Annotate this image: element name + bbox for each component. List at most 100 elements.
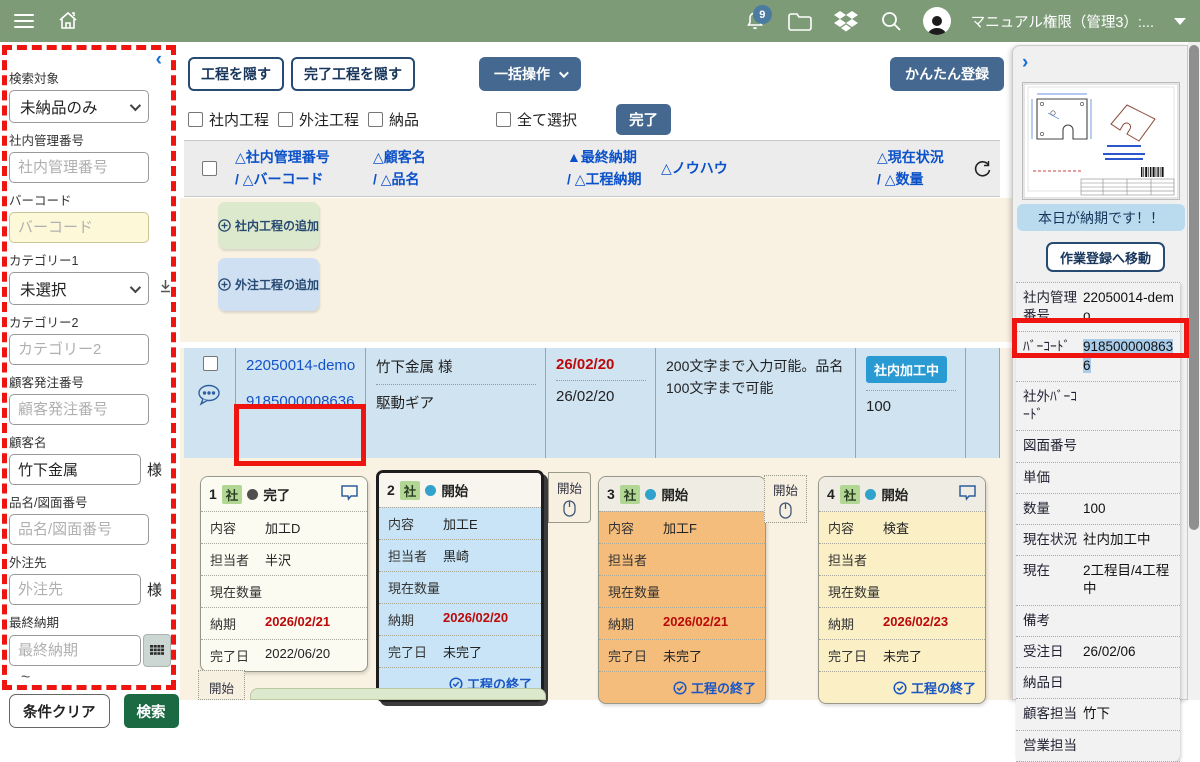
sort-status-qty[interactable]: △現在状況/ △数量	[855, 147, 965, 190]
notification-badge: 9	[753, 5, 772, 24]
hamburger-menu-icon[interactable]	[14, 14, 34, 28]
header-checkbox[interactable]	[202, 161, 217, 176]
start-process-button[interactable]: 開始	[548, 472, 591, 523]
chevron-down-icon	[130, 99, 141, 110]
checkbox-delivery[interactable]: 納品	[368, 109, 419, 130]
main-toolbar: 工程を隠す 完了工程を隠す 一括操作 かんたん登録	[188, 57, 1004, 91]
search-target-select[interactable]: 未納品のみ	[9, 90, 149, 123]
checkbox-icon[interactable]	[368, 112, 383, 127]
hide-done-process-button[interactable]: 完了工程を隠す	[291, 57, 415, 91]
add-external-process-button[interactable]: 外注工程の追加	[218, 258, 319, 311]
panel-collapse-icon[interactable]: ›	[1022, 52, 1028, 74]
detail-notes: 備考	[1016, 606, 1180, 637]
process-card-4[interactable]: 4 社 開始 内容検査 担当者 現在数量 納期2026/02/23 完了日未完了…	[818, 476, 986, 704]
scroll-to-bottom-icon[interactable]	[159, 279, 172, 298]
drawing-thumbnail[interactable]	[1022, 82, 1180, 200]
easy-register-button[interactable]: かんたん登録	[890, 57, 1004, 91]
process-card-1[interactable]: 1 社 完了 内容加工D 担当者半沢 現在数量 納期2026/02/21 完了日…	[200, 476, 368, 672]
category1-label: カテゴリー1	[9, 250, 180, 269]
row-checkbox[interactable]	[203, 356, 218, 371]
status-badge: 社内加工中	[866, 356, 947, 383]
process-type-badge: 社	[840, 485, 861, 504]
category1-value: 未選択	[20, 278, 67, 300]
internal-no-link[interactable]: 22050014-demo	[246, 356, 357, 376]
final-due-label: 最終納期	[9, 612, 180, 631]
add-external-process-label: 外注工程の追加	[235, 276, 319, 293]
page-scrollbar-thumb[interactable]	[1189, 45, 1199, 530]
detail-qty: 数量100	[1016, 494, 1180, 525]
hide-process-button[interactable]: 工程を隠す	[188, 57, 284, 91]
search-icon[interactable]	[879, 9, 903, 33]
row-qty: 100	[866, 398, 957, 415]
row-knowhow[interactable]: 200文字まで入力可能。品名100文字まで可能	[666, 358, 843, 396]
checkbox-icon[interactable]	[278, 112, 293, 127]
user-menu-label[interactable]: マニュアル権限（管理3）:...	[971, 11, 1154, 32]
end-process-button[interactable]: 工程の終了	[599, 671, 765, 703]
topbar: 9 マニュアル権限（管理3）:...	[0, 0, 1200, 42]
process-state: 開始	[661, 484, 688, 504]
barcode-input[interactable]	[9, 212, 149, 243]
customer-name-input[interactable]	[9, 454, 141, 485]
dropbox-icon[interactable]	[833, 9, 859, 33]
start-label: 開始	[773, 480, 798, 499]
comment-bubble-icon[interactable]	[340, 484, 359, 504]
vendor-suffix: 様	[147, 579, 162, 600]
add-internal-process-button[interactable]: 社内工程の追加	[218, 202, 319, 249]
search-button[interactable]: 検索	[124, 694, 179, 728]
final-due-input[interactable]	[9, 635, 141, 666]
calendar-icon[interactable]	[143, 634, 171, 667]
checkbox-icon[interactable]	[496, 112, 511, 127]
customer-order-no-input[interactable]	[9, 394, 149, 425]
customer-name-label: 顧客名	[9, 432, 180, 451]
process-state: 開始	[441, 480, 468, 500]
refresh-icon[interactable]	[965, 159, 1000, 178]
internal-no-input[interactable]	[9, 152, 149, 183]
filter-checkbox-row: 社内工程 外注工程 納品 全て選択 完了	[188, 104, 671, 135]
comment-bubble-icon[interactable]	[958, 484, 977, 504]
sort-internal-no-barcode[interactable]: △社内管理番号/ △バーコード	[235, 147, 365, 190]
detail-barcode: ﾊﾞｰｺｰﾄﾞ9185000008636	[1016, 332, 1180, 381]
process-number: 3	[607, 486, 615, 502]
customer-order-no-label: 顧客発注番号	[9, 372, 180, 391]
item-no-label: 品名/図面番号	[9, 492, 180, 511]
bulk-action-button[interactable]: 一括操作	[479, 57, 581, 91]
sort-knowhow[interactable]: △ノウハウ	[655, 158, 855, 180]
search-target-value: 未納品のみ	[20, 96, 98, 118]
checkbox-external-process[interactable]: 外注工程	[278, 109, 359, 130]
caret-down-icon[interactable]	[1174, 18, 1186, 25]
internal-no-label: 社内管理番号	[9, 130, 180, 149]
item-no-input[interactable]	[9, 514, 149, 545]
detail-external-barcode: 社外ﾊﾞｰｺｰﾄﾞ	[1016, 382, 1180, 431]
process-number: 2	[387, 482, 395, 498]
folder-icon[interactable]	[787, 10, 813, 32]
circled-check-icon	[673, 681, 687, 695]
detail-customer-contact: 顧客担当竹下	[1016, 699, 1180, 730]
detail-list: 社内管理番号22050014-demo ﾊﾞｰｺｰﾄﾞ9185000008636…	[1016, 282, 1180, 762]
table-row: 22050014-demo 9185000008636 竹下金属 様 駆動ギア …	[184, 348, 1000, 458]
checkbox-icon[interactable]	[188, 112, 203, 127]
sort-customer-item[interactable]: △顧客名/ △品名	[365, 147, 545, 190]
start-process-button[interactable]: 開始	[764, 475, 807, 523]
category1-select[interactable]: 未選択	[9, 272, 149, 305]
vendor-input[interactable]	[9, 574, 141, 605]
barcode-link[interactable]: 9185000008636	[246, 392, 357, 412]
notifications-bell-icon[interactable]: 9	[743, 9, 767, 33]
end-process-button[interactable]: 工程の終了	[819, 671, 985, 703]
sort-final-due-process-due[interactable]: ▲最終納期/ △工程納期	[545, 147, 655, 190]
start-process-button[interactable]: 開始	[198, 670, 245, 700]
checkbox-internal-process[interactable]: 社内工程	[188, 109, 269, 130]
category2-input[interactable]	[9, 334, 149, 365]
comment-bubble-icon[interactable]	[196, 383, 222, 410]
done-button[interactable]: 完了	[616, 104, 671, 135]
process-card-2-selected[interactable]: 2 社 開始 内容加工E 担当者黒崎 現在数量 納期2026/02/20 完了日…	[376, 470, 544, 702]
checkbox-label: 納品	[389, 109, 419, 130]
avatar[interactable]	[923, 7, 951, 35]
due-today-alert: 本日が納期です！！	[1017, 204, 1185, 231]
go-to-work-register-button[interactable]: 作業登録へ移動	[1046, 242, 1165, 272]
clear-conditions-button[interactable]: 条件クリア	[9, 694, 110, 728]
home-icon[interactable]	[56, 9, 80, 33]
search-sidebar: ‹ 検索対象 未納品のみ 社内管理番号 バーコード カテゴリー1 未選択 カテゴ…	[0, 42, 180, 700]
sidebar-collapse-icon[interactable]: ‹	[156, 50, 162, 69]
checkbox-select-all[interactable]: 全て選択	[496, 109, 577, 130]
process-card-3[interactable]: 3 社 開始 内容加工F 担当者 現在数量 納期2026/02/21 完了日未完…	[598, 476, 766, 704]
